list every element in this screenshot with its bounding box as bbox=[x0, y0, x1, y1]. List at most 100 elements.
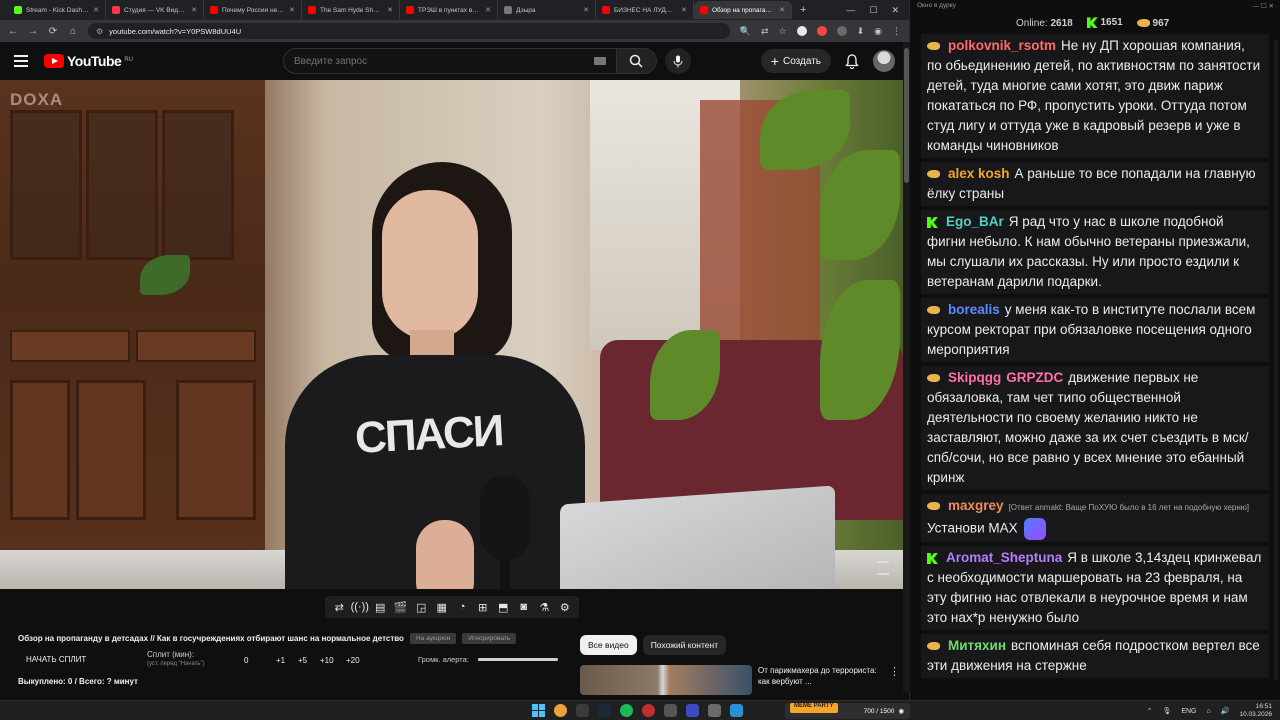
browser-tab[interactable]: ТРЭШ в пунктах выд... ✕ bbox=[400, 1, 498, 19]
zoom-icon[interactable]: 🔍 bbox=[740, 26, 751, 37]
tab-close-icon[interactable]: ✕ bbox=[289, 6, 295, 14]
minimize-icon[interactable]: — bbox=[846, 5, 855, 16]
browser-tab[interactable]: Дзыра ✕ bbox=[498, 1, 596, 19]
tab-close-icon[interactable]: ✕ bbox=[583, 6, 589, 14]
chat-username[interactable]: Skipqgg bbox=[948, 370, 1001, 385]
playlist-icon[interactable]: ▤ bbox=[373, 601, 387, 614]
chat-username[interactable]: Ego_BAr bbox=[946, 214, 1004, 229]
split-add-1-button[interactable]: +1 bbox=[276, 656, 285, 665]
search-box[interactable] bbox=[282, 48, 617, 74]
split-add-20-button[interactable]: +20 bbox=[346, 656, 360, 665]
close-icon[interactable]: ✕ bbox=[891, 5, 899, 16]
chat-username[interactable]: Митяхин bbox=[948, 638, 1006, 653]
youtube-logo[interactable]: YouTube RU bbox=[44, 53, 133, 69]
chat-username[interactable]: alex kosh bbox=[948, 166, 1010, 181]
recommendation-thumbnail[interactable] bbox=[580, 665, 752, 695]
start-split-button[interactable]: НАЧАТЬ СПЛИТ bbox=[26, 655, 86, 664]
subtitles-icon[interactable]: ▦ bbox=[435, 601, 449, 614]
picture-in-picture-icon[interactable]: ◲ bbox=[414, 601, 428, 614]
voice-search-button[interactable] bbox=[664, 48, 691, 74]
language-indicator[interactable]: ENG bbox=[1181, 708, 1196, 715]
chat-username[interactable]: polkovnik_rsotm bbox=[948, 38, 1056, 53]
site-info-icon[interactable]: ⚙ bbox=[96, 27, 103, 36]
obs-icon[interactable] bbox=[642, 704, 655, 717]
auction-button[interactable]: На аукцион bbox=[409, 633, 457, 644]
maximize-icon[interactable]: ☐ bbox=[869, 5, 877, 16]
chrome-icon[interactable] bbox=[554, 704, 567, 717]
camera-icon[interactable]: ◙ bbox=[517, 601, 531, 613]
chat-username-secondary[interactable]: GRPZDC bbox=[1006, 370, 1063, 385]
more-actions-icon[interactable]: ⋮ bbox=[889, 665, 900, 695]
search-input[interactable] bbox=[293, 55, 594, 67]
bookmark-star-icon[interactable]: ☆ bbox=[779, 26, 787, 37]
window-controls[interactable]: — ☐ ✕ bbox=[1253, 2, 1274, 10]
split-add-5-button[interactable]: +5 bbox=[298, 656, 307, 665]
create-button[interactable]: + Создать bbox=[760, 49, 831, 73]
video-player[interactable]: СПАСИ DOXA bbox=[0, 80, 903, 589]
chat-username[interactable]: borealis bbox=[948, 302, 1000, 317]
menu-lines-icon[interactable] bbox=[877, 561, 889, 575]
tab-close-icon[interactable]: ✕ bbox=[779, 6, 785, 14]
app-icon[interactable] bbox=[708, 704, 721, 717]
alert-volume-slider[interactable] bbox=[478, 658, 558, 661]
chat-username[interactable]: Aromat_Sheptuna bbox=[946, 550, 1062, 565]
chip-all-videos[interactable]: Все видео bbox=[580, 635, 637, 655]
recommendation-item[interactable]: От парикмахера до террориста: как вербую… bbox=[580, 665, 900, 695]
loop-icon[interactable]: ⇄ bbox=[332, 601, 346, 614]
chat-username[interactable]: maxgrey bbox=[948, 498, 1004, 513]
mic-tray-icon[interactable]: 🎙 bbox=[1162, 707, 1171, 715]
tab-close-icon[interactable]: ✕ bbox=[93, 6, 99, 14]
new-tab-button[interactable]: + bbox=[792, 4, 814, 16]
tray-chevron-icon[interactable]: ⌃ bbox=[1147, 707, 1153, 715]
extension-icon[interactable] bbox=[796, 25, 807, 36]
spotify-icon[interactable] bbox=[620, 704, 633, 717]
download-icon[interactable]: ⬇ bbox=[857, 26, 865, 37]
tab-close-icon[interactable]: ✕ bbox=[387, 6, 393, 14]
browser-tab[interactable]: The Sam Hyde Show: O...✕ bbox=[302, 1, 400, 19]
clapper-icon[interactable]: 🎬 bbox=[394, 601, 408, 614]
home-icon[interactable]: ⌂ bbox=[68, 26, 78, 37]
app-icon[interactable] bbox=[730, 704, 743, 717]
download-box-icon[interactable]: ⬒ bbox=[496, 601, 510, 614]
profile-icon[interactable]: ◉ bbox=[874, 26, 882, 37]
steam-icon[interactable] bbox=[598, 704, 611, 717]
ignore-button[interactable]: Игнорировать bbox=[462, 633, 517, 644]
reload-icon[interactable]: ⟳ bbox=[48, 26, 58, 37]
file-explorer-icon[interactable] bbox=[576, 704, 589, 717]
tab-close-icon[interactable]: ✕ bbox=[681, 6, 687, 14]
page-scrollbar[interactable] bbox=[903, 42, 910, 692]
url-field[interactable]: ⚙ youtube.com/watch?v=Y0PSW8dUU4U bbox=[88, 23, 730, 39]
translate-icon[interactable]: ⇄ bbox=[761, 26, 769, 37]
account-avatar[interactable] bbox=[873, 50, 895, 72]
keyboard-icon[interactable] bbox=[593, 57, 606, 65]
add-screen-icon[interactable]: ⊞ bbox=[476, 601, 490, 614]
extension-icon[interactable] bbox=[836, 25, 847, 36]
notifications-bell-icon[interactable] bbox=[845, 53, 859, 69]
speed-icon[interactable]: ◔ bbox=[455, 601, 469, 613]
forward-icon[interactable]: → bbox=[28, 26, 38, 37]
volume-icon[interactable]: 🔊 bbox=[1221, 707, 1230, 715]
browser-tab[interactable]: БИЗНЕС НА ЛУДОМАН... ✕ bbox=[596, 1, 694, 19]
browser-tab[interactable]: Обзор на пропаганд... ✕ bbox=[694, 1, 792, 19]
browser-tab[interactable]: Почему России не даже... ✕ bbox=[204, 1, 302, 19]
tab-close-icon[interactable]: ✕ bbox=[191, 6, 197, 14]
chip-related[interactable]: Похожий контент bbox=[642, 635, 727, 655]
chat-scrollbar[interactable] bbox=[1274, 40, 1278, 680]
app-icon[interactable] bbox=[686, 704, 699, 717]
clock[interactable]: 16:51 10.03.2026 bbox=[1239, 703, 1272, 719]
tab-close-icon[interactable]: ✕ bbox=[485, 6, 491, 14]
menu-icon[interactable]: ⋮ bbox=[892, 26, 901, 37]
back-icon[interactable]: ← bbox=[8, 26, 18, 37]
recommendation-title[interactable]: От парикмахера до террориста: как вербую… bbox=[758, 665, 878, 695]
windows-start-icon[interactable] bbox=[532, 704, 545, 717]
browser-tab[interactable]: Stream - Kick Dashboard✕ bbox=[8, 1, 106, 19]
broadcast-icon[interactable]: ((·)) bbox=[351, 601, 369, 613]
browser-tab[interactable]: Студия — VK Видео Live ✕ bbox=[106, 1, 204, 19]
guide-menu-icon[interactable] bbox=[14, 55, 28, 67]
network-icon[interactable]: ⌂ bbox=[1207, 708, 1211, 715]
flask-icon[interactable]: ⚗ bbox=[537, 601, 551, 614]
search-button[interactable] bbox=[616, 48, 657, 74]
app-icon[interactable] bbox=[664, 704, 677, 717]
extension-icon[interactable] bbox=[816, 25, 827, 36]
split-value-0[interactable]: 0 bbox=[244, 656, 248, 665]
